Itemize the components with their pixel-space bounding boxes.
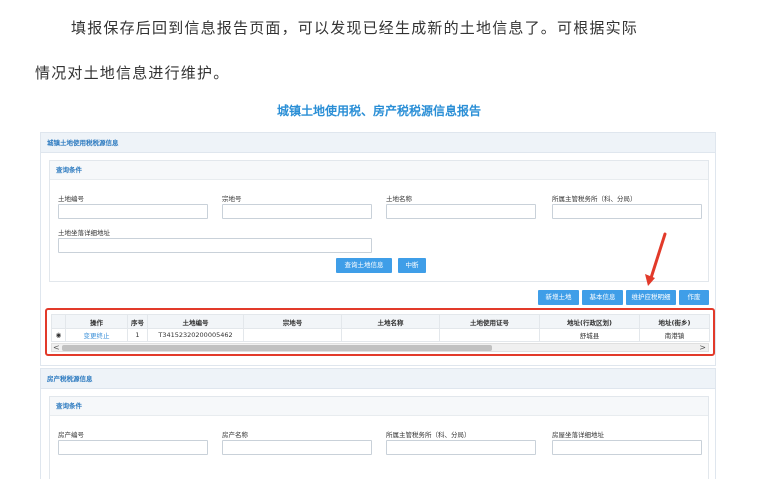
table-row[interactable]: ◉ 变更终止 1 T34152320200005462 舒城县 南港镇 bbox=[51, 328, 710, 342]
basic-info-button[interactable]: 基本信息 bbox=[582, 290, 623, 305]
add-land-button[interactable]: 新增土地 bbox=[538, 290, 579, 305]
report-title: 城镇土地使用税、房产税税源信息报告 bbox=[276, 104, 481, 118]
tax-office-input[interactable] bbox=[552, 204, 702, 219]
row-land-no: T34152320200005462 bbox=[147, 328, 244, 342]
land-name-input[interactable] bbox=[386, 204, 536, 219]
land-address-input[interactable] bbox=[58, 238, 372, 253]
land-address-label: 土地坐落详细地址 bbox=[58, 229, 110, 237]
table-header: 地址(行政区划) bbox=[539, 314, 640, 329]
tax-office-label: 所属主管税务所（科、分局） bbox=[552, 195, 637, 203]
scroll-left-icon[interactable]: < bbox=[53, 343, 60, 352]
house-tax-office-label: 所属主管税务所（科、分局） bbox=[386, 431, 471, 439]
reset-button[interactable]: 中断 bbox=[398, 258, 426, 273]
house-name-label: 房产名称 bbox=[222, 431, 248, 439]
house-no-input[interactable] bbox=[58, 440, 208, 455]
land-tax-panel-title: 城镇土地使用税税源信息 bbox=[41, 133, 715, 153]
query-land-button[interactable]: 查询土地信息 bbox=[336, 258, 392, 273]
change-terminate-link[interactable]: 变更终止 bbox=[65, 328, 128, 342]
row-street: 南港镇 bbox=[639, 328, 710, 342]
void-button[interactable]: 作废 bbox=[679, 290, 709, 305]
land-no-label: 土地编号 bbox=[58, 195, 84, 203]
parcel-no-label: 宗地号 bbox=[222, 195, 242, 203]
row-index: 1 bbox=[127, 328, 148, 342]
land-result-table: 操作 序号 土地编号 宗地号 土地名称 土地使用证号 地址(行政区划) 地址(街… bbox=[51, 314, 710, 342]
table-header-row: 操作 序号 土地编号 宗地号 土地名称 土地使用证号 地址(行政区划) 地址(街… bbox=[51, 314, 710, 329]
scroll-thumb[interactable] bbox=[62, 345, 492, 351]
house-address-label: 房屋坐落详细地址 bbox=[552, 431, 604, 439]
land-result-grid: 操作 序号 土地编号 宗地号 土地名称 土地使用证号 地址(行政区划) 地址(街… bbox=[45, 308, 715, 356]
row-district: 舒城县 bbox=[539, 328, 640, 342]
article-paragraph-line1: 填报保存后回到信息报告页面，可以发现已经生成新的土地信息了。可根据实际 bbox=[71, 19, 639, 37]
table-header: 土地名称 bbox=[341, 314, 440, 329]
table-header: 土地使用证号 bbox=[439, 314, 540, 329]
house-query-title: 查询条件 bbox=[50, 397, 708, 416]
house-name-input[interactable] bbox=[222, 440, 372, 455]
red-arrow-icon bbox=[645, 232, 667, 286]
embedded-screenshot: 城镇土地使用税、房产税税源信息报告 城镇土地使用税税源信息 查询条件 土地编号 … bbox=[40, 92, 718, 479]
scroll-right-icon[interactable]: > bbox=[699, 343, 706, 352]
row-radio-icon[interactable]: ◉ bbox=[51, 328, 66, 342]
table-header: 序号 bbox=[127, 314, 148, 329]
land-name-label: 土地名称 bbox=[386, 195, 412, 203]
table-header: 操作 bbox=[65, 314, 128, 329]
parcel-no-input[interactable] bbox=[222, 204, 372, 219]
house-tax-office-input[interactable] bbox=[386, 440, 536, 455]
table-header: 宗地号 bbox=[243, 314, 342, 329]
house-address-input[interactable] bbox=[552, 440, 702, 455]
maintain-taxable-detail-button[interactable]: 维护应税明细 bbox=[626, 290, 676, 305]
row-land-name bbox=[341, 328, 440, 342]
horizontal-scrollbar[interactable]: < > bbox=[51, 343, 709, 352]
house-tax-panel-title: 房产税税源信息 bbox=[41, 369, 715, 389]
house-no-label: 房产编号 bbox=[58, 431, 84, 439]
row-parcel-no bbox=[243, 328, 342, 342]
table-header: 地址(街乡) bbox=[639, 314, 710, 329]
table-header: 土地编号 bbox=[147, 314, 244, 329]
land-query-panel: 查询条件 土地编号 宗地号 土地名称 所属主管税务所（科、分局） 土地坐落详细地… bbox=[49, 160, 709, 282]
row-cert-no bbox=[439, 328, 540, 342]
article-paragraph-line2: 情况对土地信息进行维护。 bbox=[35, 64, 230, 82]
land-no-input[interactable] bbox=[58, 204, 208, 219]
land-query-title: 查询条件 bbox=[50, 161, 708, 180]
table-header-radio bbox=[51, 314, 66, 329]
house-tax-panel: 房产税税源信息 查询条件 房产编号 房产名称 所属主管税务所（科、分局） 房屋坐… bbox=[40, 368, 716, 479]
house-query-panel: 查询条件 房产编号 房产名称 所属主管税务所（科、分局） 房屋坐落详细地址 bbox=[49, 396, 709, 479]
